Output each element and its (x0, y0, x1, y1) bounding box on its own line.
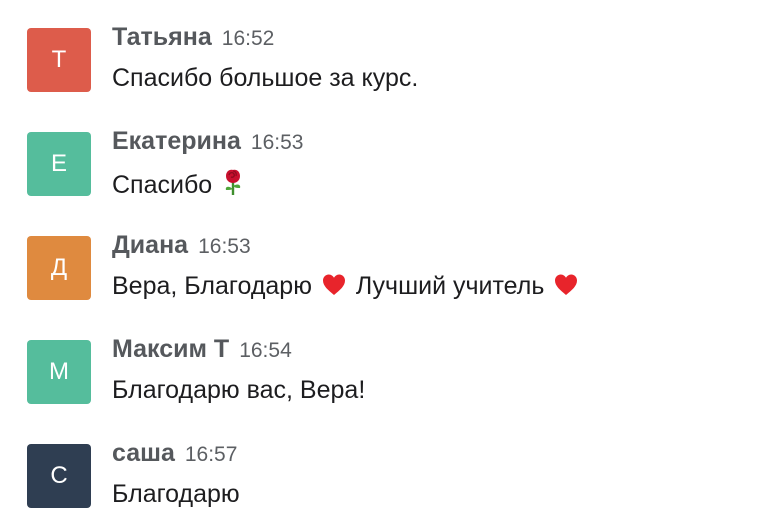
message-text: Спасибо большое за курс. (112, 64, 418, 93)
message-text-part: Благодарю вас, Вера! (112, 376, 366, 404)
message-text-part: Вера, Благодарю (112, 272, 312, 300)
chat-message: М Максим Т 16:54 Благодарю вас, Вера! (0, 312, 776, 416)
chat-message: Е Екатерина 16:53 Спасибо (0, 104, 776, 208)
chat-feed: Т Татьяна 16:52 Спасибо большое за курс. … (0, 0, 776, 527)
message-header: саша 16:57 (112, 439, 237, 468)
message-text-part: Спасибо большое за курс. (112, 64, 419, 92)
message-header: Татьяна 16:52 (112, 23, 274, 52)
red-heart-emoji (321, 273, 347, 304)
avatar[interactable]: Д (27, 236, 91, 300)
avatar[interactable]: С (27, 444, 91, 508)
message-header: Диана 16:53 (112, 231, 251, 260)
message-header: Екатерина 16:53 (112, 127, 303, 156)
message-timestamp[interactable]: 16:53 (251, 131, 304, 154)
message-timestamp[interactable]: 16:53 (198, 235, 251, 258)
message-text-part: Спасибо (112, 171, 213, 199)
avatar[interactable]: Т (27, 28, 91, 92)
message-text-part: Лучший учитель (355, 272, 545, 300)
message-text: Благодарю (112, 480, 240, 509)
message-text-part: Благодарю (112, 480, 240, 508)
red-heart-emoji (553, 273, 579, 304)
message-timestamp[interactable]: 16:54 (239, 339, 292, 362)
author-name[interactable]: Диана (112, 231, 188, 259)
message-header: Максим Т 16:54 (112, 335, 292, 364)
author-name[interactable]: Екатерина (112, 127, 241, 155)
message-timestamp[interactable]: 16:52 (222, 27, 275, 50)
chat-message: Д Диана 16:53 Вера, Благодарю Лучший учит… (0, 208, 776, 312)
avatar[interactable]: Е (27, 132, 91, 196)
chat-message: Т Татьяна 16:52 Спасибо большое за курс. (0, 0, 776, 104)
message-text: Спасибо (112, 168, 247, 203)
author-name[interactable]: саша (112, 439, 175, 467)
avatar[interactable]: М (27, 340, 91, 404)
chat-message: С саша 16:57 Благодарю (0, 416, 776, 520)
message-text: Благодарю вас, Вера! (112, 376, 365, 405)
message-text: Вера, Благодарю Лучший учитель (112, 272, 581, 304)
author-name[interactable]: Максим Т (112, 335, 229, 363)
rose-emoji (221, 168, 245, 203)
message-timestamp[interactable]: 16:57 (185, 443, 238, 466)
author-name[interactable]: Татьяна (112, 23, 212, 51)
